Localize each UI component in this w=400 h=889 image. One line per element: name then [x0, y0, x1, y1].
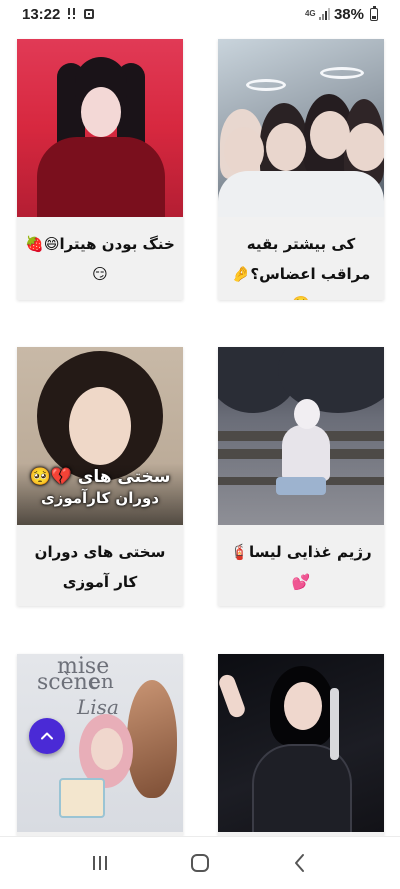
face-shape	[69, 387, 131, 465]
post-thumbnail[interactable]: سختی های 💔🥺 دوران کارآموزی	[17, 347, 183, 525]
post-caption[interactable]: خنگ بودن هیترا😄🍓 😏	[17, 217, 183, 289]
arm-shape	[218, 672, 248, 720]
recent-apps-icon	[93, 856, 107, 870]
back-button[interactable]	[280, 843, 320, 883]
tree-shape	[278, 347, 384, 413]
jeans-shape	[276, 477, 326, 495]
chevron-up-icon	[41, 732, 53, 740]
post-card[interactable]: کی بیشتر بقیه مراقب اعضاس؟🤌🥺	[218, 39, 384, 300]
cake-shape	[59, 778, 105, 818]
post-card[interactable]: سختی های 💔🥺 دوران کارآموزی سختی های دورا…	[17, 347, 183, 606]
post-thumbnail[interactable]	[17, 39, 183, 217]
posts-grid: کی بیشتر بقیه مراقب اعضاس؟🤌🥺 خنگ بودن هی…	[0, 0, 400, 836]
post-card[interactable]	[218, 654, 384, 836]
scroll-to-top-button[interactable]	[29, 718, 65, 754]
face-shape	[346, 123, 384, 171]
face-shape	[284, 682, 322, 730]
microphone-shape	[330, 688, 339, 760]
post-card[interactable]: رژیم غذایی لیسا🧯💕	[218, 347, 384, 606]
cap-shape	[294, 399, 320, 429]
post-caption[interactable]: سختی های دوران کار آموزی	[17, 525, 183, 597]
face-shape	[224, 127, 264, 175]
face-shape	[91, 728, 123, 770]
balloon-shape	[127, 680, 177, 798]
post-card[interactable]: خنگ بودن هیترا😄🍓 😏	[17, 39, 183, 300]
thumbnail-overlay-text: سختی های 💔🥺	[29, 467, 171, 487]
post-thumbnail[interactable]	[218, 347, 384, 525]
face-shape	[266, 123, 306, 171]
system-nav-bar	[0, 836, 400, 889]
clothing-shape	[37, 137, 165, 217]
clothing-shape	[218, 171, 384, 217]
home-button[interactable]	[180, 843, 220, 883]
post-thumbnail[interactable]	[218, 39, 384, 217]
halo-shape	[246, 79, 286, 91]
recent-apps-button[interactable]	[80, 843, 120, 883]
person-shape	[282, 425, 330, 481]
home-icon	[191, 854, 209, 872]
post-thumbnail[interactable]	[218, 654, 384, 832]
post-caption[interactable]: رژیم غذایی لیسا🧯💕	[218, 525, 384, 597]
thumbnail-overlay-text: دوران کارآموزی	[40, 489, 160, 507]
back-icon	[295, 854, 304, 872]
face-shape	[310, 111, 350, 159]
halo-shape	[320, 67, 364, 79]
face-shape	[81, 87, 121, 137]
thumbnail-overlay-text: scène	[37, 670, 101, 695]
post-caption[interactable]: کی بیشتر بقیه مراقب اعضاس؟🤌🥺	[218, 217, 384, 300]
